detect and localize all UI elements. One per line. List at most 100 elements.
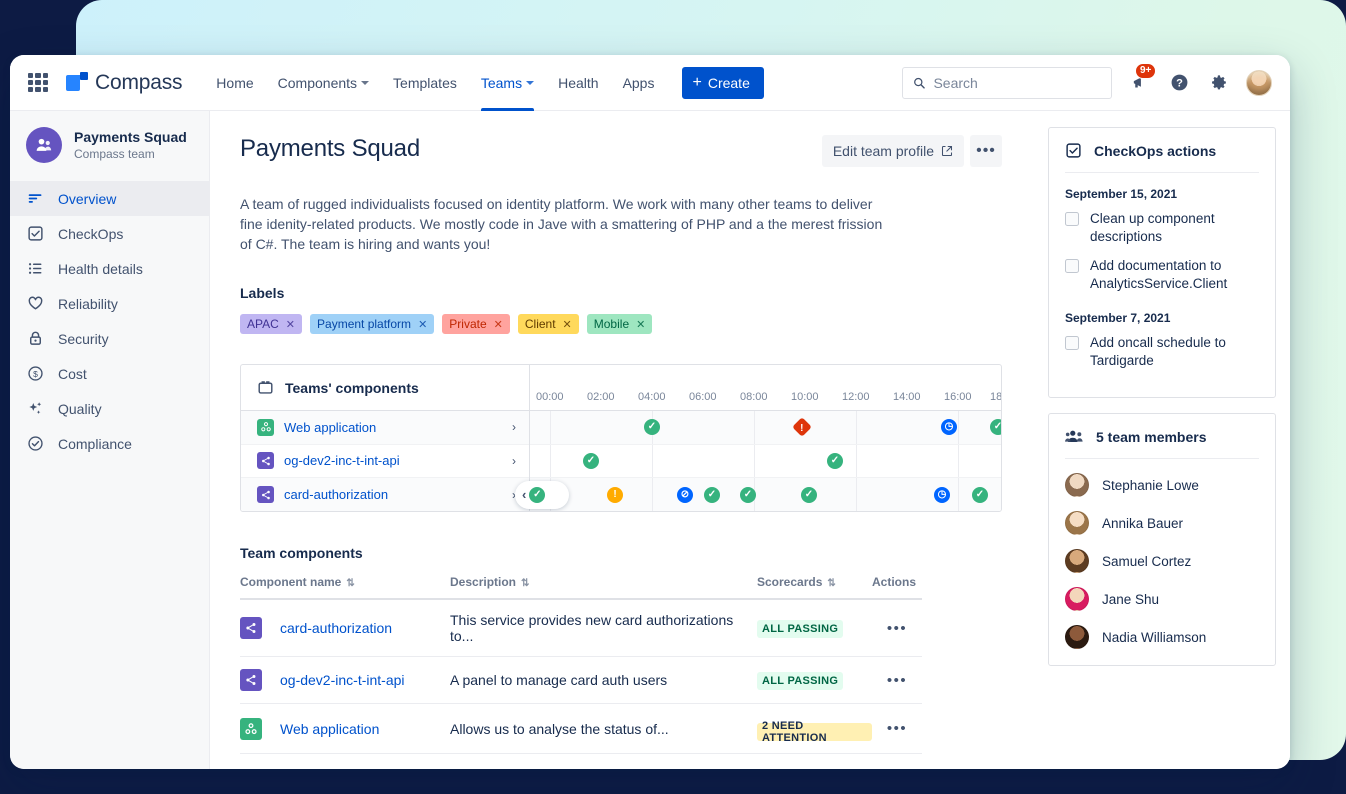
teams-components-timeline: Teams' components [240, 364, 1002, 512]
timeline-event-ok[interactable]: ✓ [704, 487, 720, 503]
labels-section: Labels APAC ✕ Payment platform ✕ [240, 285, 1002, 334]
list-item[interactable]: Jane Shu [1065, 587, 1259, 611]
checkops-item[interactable]: Add documentation to AnalyticsService.Cl… [1065, 257, 1259, 293]
timeline-scroll-back-button[interactable]: ‹ ✓ [515, 481, 569, 509]
column-header-component-name[interactable]: Component name⇅ [240, 575, 450, 599]
nav-item-health[interactable]: Health [546, 55, 610, 111]
nav-item-home[interactable]: Home [204, 55, 265, 111]
sidebar-item-health-details[interactable]: Health details [10, 251, 209, 286]
label-chip-client[interactable]: Client ✕ [518, 314, 579, 334]
nav-item-templates[interactable]: Templates [381, 55, 469, 111]
status-badge: ALL PASSING [757, 620, 843, 638]
checkbox-input[interactable] [1065, 336, 1079, 350]
component-link[interactable]: Web application [280, 721, 379, 737]
sidebar-item-checkops[interactable]: CheckOps [10, 216, 209, 251]
column-label: Actions [872, 575, 916, 589]
page-more-actions-button[interactable]: ••• [970, 135, 1002, 167]
timeline-event-critical[interactable]: ! [792, 417, 812, 437]
sidebar-item-security[interactable]: Security [10, 321, 209, 356]
timeline-event-info-slash[interactable]: ⊘ [677, 487, 693, 503]
sidebar-item-label: Compliance [58, 436, 132, 452]
sidebar-item-label: Reliability [58, 296, 118, 312]
timeline-event-ok[interactable]: ✓ [529, 487, 545, 503]
column-header-scorecards[interactable]: Scorecards⇅ [757, 575, 872, 599]
chevron-right-icon[interactable]: › [512, 420, 516, 434]
svg-text:$: $ [33, 369, 38, 379]
timeline-event-info[interactable]: ◷ [934, 487, 950, 503]
close-icon[interactable]: ✕ [494, 318, 503, 331]
create-button[interactable]: + Create [682, 67, 763, 99]
timeline-event-ok[interactable]: ✓ [827, 453, 843, 469]
list-item[interactable]: Annika Bauer [1065, 511, 1259, 535]
row-more-actions-button[interactable]: ••• [887, 620, 907, 637]
checkops-item[interactable]: Clean up component descriptions [1065, 210, 1259, 246]
component-link[interactable]: card-authorization [280, 620, 392, 636]
column-header-description[interactable]: Description⇅ [450, 575, 757, 599]
search-box[interactable] [902, 67, 1112, 99]
timeline-event-ok[interactable]: ✓ [972, 487, 988, 503]
list-item[interactable]: Stephanie Lowe [1065, 473, 1259, 497]
user-avatar[interactable] [1246, 70, 1272, 96]
timeline-event-ok[interactable]: ✓ [740, 487, 756, 503]
help-icon: ? [1170, 73, 1189, 92]
sidebar-item-label: Cost [58, 366, 87, 382]
checkbox-input[interactable] [1065, 212, 1079, 226]
checkbox-input[interactable] [1065, 259, 1079, 273]
edit-team-profile-button[interactable]: Edit team profile [822, 135, 964, 167]
list-item[interactable]: Samuel Cortez [1065, 549, 1259, 573]
search-input[interactable] [933, 75, 1101, 91]
compass-logo[interactable]: Compass [66, 71, 182, 95]
timeline-row-web-application[interactable]: Web application › [241, 411, 529, 445]
timeline-event-ok[interactable]: ✓ [801, 487, 817, 503]
sidebar-item-reliability[interactable]: Reliability [10, 286, 209, 321]
sidebar-item-cost[interactable]: $ Cost [10, 356, 209, 391]
checkops-item-label: Clean up component descriptions [1090, 210, 1259, 246]
sidebar-item-compliance[interactable]: Compliance [10, 426, 209, 461]
timeline-grid[interactable]: 00:00 02:00 04:00 06:00 08:00 10:00 12:0… [530, 365, 1001, 511]
label-chip-mobile[interactable]: Mobile ✕ [587, 314, 653, 334]
timeline-event-info[interactable]: ◷ [941, 419, 957, 435]
sidebar-item-overview[interactable]: Overview [10, 181, 209, 216]
cell-component-name: Web application [240, 704, 450, 754]
close-icon[interactable]: ✕ [418, 318, 427, 331]
row-more-actions-button[interactable]: ••• [887, 672, 907, 689]
nav-item-teams[interactable]: Teams [469, 55, 546, 111]
sidebar-team-header[interactable]: Payments Squad Compass team [10, 127, 209, 181]
notifications-button[interactable]: 9+ [1126, 70, 1152, 96]
timeline-event-ok[interactable]: ✓ [583, 453, 599, 469]
timeline-row-card-authorization[interactable]: card-authorization › [241, 478, 529, 512]
label-chip-private[interactable]: Private ✕ [442, 314, 510, 334]
list-icon [26, 260, 44, 278]
nav-label: Apps [623, 75, 655, 91]
list-item[interactable]: Nadia Williamson [1065, 625, 1259, 649]
timeline-row-og-dev2-inc-t-int-api[interactable]: og-dev2-inc-t-int-api › [241, 445, 529, 479]
status-badge: ALL PASSING [757, 672, 843, 690]
app-window: Compass Home Components Templates Teams [10, 55, 1290, 769]
label-chip-payment-platform[interactable]: Payment platform ✕ [310, 314, 434, 334]
timeline-event-ok[interactable]: ✓ [644, 419, 660, 435]
people-icon [1065, 428, 1084, 445]
labels-title: Labels [240, 285, 1002, 301]
timeline-event-warning[interactable]: ! [607, 487, 623, 503]
checkops-item[interactable]: Add oncall schedule to Tardigarde [1065, 334, 1259, 370]
nav-item-apps[interactable]: Apps [611, 55, 667, 111]
component-link[interactable]: og-dev2-inc-t-int-api [280, 672, 405, 688]
help-button[interactable]: ? [1166, 70, 1192, 96]
cell-actions: ••• [872, 657, 922, 704]
timeline-event-ok[interactable]: ✓ [990, 419, 1002, 435]
nav-item-components[interactable]: Components [266, 55, 381, 111]
chevron-right-icon[interactable]: › [512, 454, 516, 468]
checkbox-icon [26, 225, 44, 243]
create-button-label: Create [708, 75, 750, 91]
page-header-actions: Edit team profile ••• [822, 135, 1002, 167]
close-icon[interactable]: ✕ [563, 318, 572, 331]
sidebar-item-quality[interactable]: Quality [10, 391, 209, 426]
close-icon[interactable]: ✕ [286, 318, 295, 331]
timeline-events-web-application: ✓ ! ◷ ✓ [530, 411, 1001, 445]
app-switcher-icon[interactable] [26, 71, 50, 95]
close-icon[interactable]: ✕ [636, 318, 645, 331]
label-chip-apac[interactable]: APAC ✕ [240, 314, 302, 334]
avatar [1065, 511, 1089, 535]
row-more-actions-button[interactable]: ••• [887, 720, 907, 737]
settings-button[interactable] [1206, 70, 1232, 96]
